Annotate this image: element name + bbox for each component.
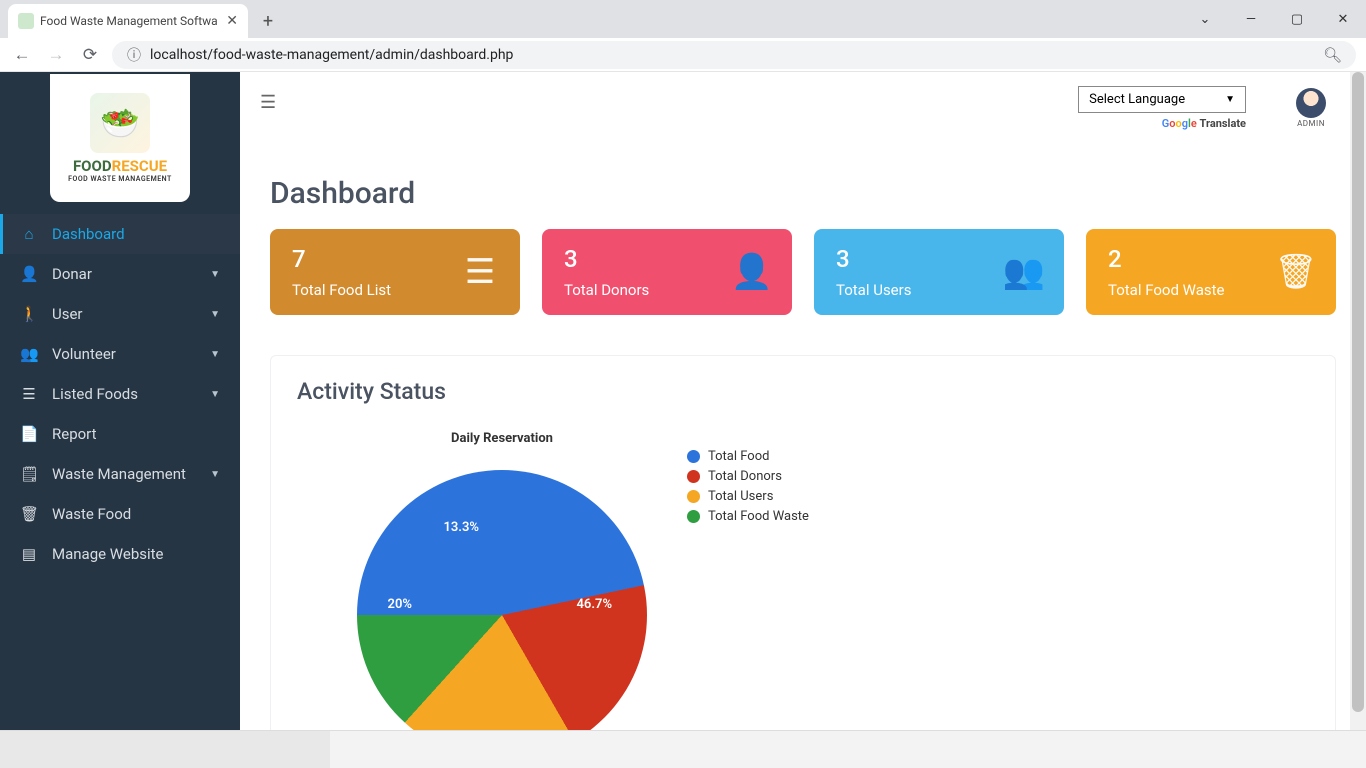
caret-down-icon: ▼ <box>210 269 220 280</box>
chart-legend: Total Food Total Donors Total Users Tota… <box>687 431 809 730</box>
sidebar-item-label: Report <box>52 425 220 443</box>
legend-dot <box>687 490 700 503</box>
search-icon[interactable]: 🔍︎ <box>1323 46 1342 64</box>
sidebar-item-donar[interactable]: 👤 Donar ▼ <box>0 254 240 294</box>
logo[interactable]: FOODRESCUE FOOD WASTE MANAGEMENT <box>50 74 190 202</box>
legend-item[interactable]: Total Food Waste <box>687 509 809 524</box>
favicon <box>18 13 34 29</box>
sidebar-item-label: Volunteer <box>52 345 196 363</box>
close-window-icon[interactable]: ✕ <box>1320 0 1366 38</box>
caret-down-icon: ▼ <box>210 389 220 400</box>
sidebar-item-label: Manage Website <box>52 545 220 563</box>
sidebar-item-waste-management[interactable]: 🗒 Waste Management ▼ <box>0 454 240 494</box>
tab-title: Food Waste Management Softwa <box>40 14 220 28</box>
chevron-down-icon[interactable]: ⌄ <box>1182 0 1228 38</box>
sidebar-item-label: Donar <box>52 265 196 283</box>
sidebar-item-label: User <box>52 305 196 323</box>
legend-dot <box>687 470 700 483</box>
language-select[interactable]: Select Language ▼ <box>1078 86 1246 113</box>
list-icon: ☰ <box>20 385 38 403</box>
pie-slice-label: 46.7% <box>576 597 612 612</box>
browser-tabbar: Food Waste Management Softwa ✕ + ⌄ — ▢ ✕ <box>0 0 1366 38</box>
avatar-label: ADMIN <box>1297 119 1325 128</box>
activity-title: Activity Status <box>297 378 1309 405</box>
sidebar-menu: ⌂ Dashboard 👤 Donar ▼🚶 User ▼👥 Volunteer… <box>0 210 240 578</box>
google-translate-label[interactable]: Google Translate <box>1162 117 1246 130</box>
browser-addressbar: ← → ⟳ ⓘ localhost/food-waste-management/… <box>0 38 1366 72</box>
legend-item[interactable]: Total Food <box>687 449 809 464</box>
taskbar <box>0 730 1366 768</box>
user-menu[interactable]: ADMIN <box>1296 86 1326 128</box>
globe-icon: ▤ <box>20 545 38 563</box>
file-icon: 📄 <box>20 425 38 443</box>
waste-mgmt-icon: 🗒 <box>20 465 38 483</box>
user-icon: 🚶 <box>20 305 38 323</box>
close-tab-icon[interactable]: ✕ <box>226 13 238 29</box>
sidebar-item-listed-foods[interactable]: ☰ Listed Foods ▼ <box>0 374 240 414</box>
activity-panel: Activity Status Daily Reservation 46.7% 2… <box>270 355 1336 730</box>
logo-icon <box>90 93 150 153</box>
donor-icon: 👤 <box>732 252 772 292</box>
url-bar[interactable]: ⓘ localhost/food-waste-management/admin/… <box>112 41 1356 69</box>
legend-dot <box>687 450 700 463</box>
chart-title: Daily Reservation <box>451 431 553 446</box>
stat-cards: 7 Total Food List ☰ 3 Total Donors 👤 3 Tot… <box>270 229 1336 315</box>
list-bullet-icon: ☰ <box>460 252 500 292</box>
sidebar-item-volunteer[interactable]: 👥 Volunteer ▼ <box>0 334 240 374</box>
forward-icon[interactable]: → <box>44 43 68 67</box>
sidebar: FOODRESCUE FOOD WASTE MANAGEMENT ⌂ Dashb… <box>0 72 240 730</box>
url-text: localhost/food-waste-management/admin/da… <box>150 47 513 63</box>
pie-chart: 46.7% 20% 13.3% <box>357 470 647 730</box>
sidebar-item-waste-food[interactable]: 🗑 Waste Food <box>0 494 240 534</box>
sidebar-item-label: Listed Foods <box>52 385 196 403</box>
users-icon: 👥 <box>1004 252 1044 292</box>
legend-label: Total Food Waste <box>708 509 809 524</box>
maximize-icon[interactable]: ▢ <box>1274 0 1320 38</box>
hamburger-icon[interactable]: ☰ <box>260 92 276 113</box>
back-icon[interactable]: ← <box>10 43 34 67</box>
sidebar-item-dashboard[interactable]: ⌂ Dashboard <box>0 214 240 254</box>
trash-icon: 🗑 <box>20 505 38 523</box>
legend-label: Total Food <box>708 449 769 464</box>
browser-tab[interactable]: Food Waste Management Softwa ✕ <box>8 4 248 38</box>
sidebar-item-manage-website[interactable]: ▤ Manage Website <box>0 534 240 574</box>
stat-card-total-users[interactable]: 3 Total Users 👥 <box>814 229 1064 315</box>
sidebar-item-label: Dashboard <box>52 225 220 243</box>
sidebar-item-report[interactable]: 📄 Report <box>0 414 240 454</box>
scrollbar[interactable] <box>1350 72 1366 730</box>
new-tab-button[interactable]: + <box>254 7 282 35</box>
page-title: Dashboard <box>270 176 1336 211</box>
caret-down-icon: ▼ <box>210 469 220 480</box>
caret-down-icon: ▼ <box>210 349 220 360</box>
legend-dot <box>687 510 700 523</box>
window-controls: ⌄ — ▢ ✕ <box>1182 0 1366 38</box>
trash-icon: 🗑 <box>1276 252 1316 292</box>
pie-slice-label: 20% <box>388 597 412 612</box>
avatar <box>1296 88 1326 118</box>
sidebar-item-user[interactable]: 🚶 User ▼ <box>0 294 240 334</box>
legend-item[interactable]: Total Donors <box>687 469 809 484</box>
person-icon: 👤 <box>20 265 38 283</box>
home-icon: ⌂ <box>20 225 38 243</box>
caret-down-icon: ▼ <box>210 309 220 320</box>
stat-card-total-food-list[interactable]: 7 Total Food List ☰ <box>270 229 520 315</box>
topbar: ☰ Select Language ▼ Google Translate ADM… <box>240 72 1366 134</box>
volunteer-icon: 👥 <box>20 345 38 363</box>
sidebar-item-label: Waste Food <box>52 505 220 523</box>
site-info-icon[interactable]: ⓘ <box>126 45 142 65</box>
stat-card-total-donors[interactable]: 3 Total Donors 👤 <box>542 229 792 315</box>
pie-slice-label: 13.3% <box>443 520 479 535</box>
minimize-icon[interactable]: — <box>1228 0 1274 38</box>
logo-title: FOODRESCUE <box>73 157 167 175</box>
chevron-down-icon: ▼ <box>1225 94 1235 105</box>
legend-item[interactable]: Total Users <box>687 489 809 504</box>
legend-label: Total Users <box>708 489 773 504</box>
reload-icon[interactable]: ⟳ <box>78 43 102 67</box>
legend-label: Total Donors <box>708 469 782 484</box>
sidebar-item-label: Waste Management <box>52 465 196 483</box>
stat-card-total-food-waste[interactable]: 2 Total Food Waste 🗑 <box>1086 229 1336 315</box>
language-selected: Select Language <box>1089 92 1185 107</box>
logo-subtitle: FOOD WASTE MANAGEMENT <box>68 175 172 183</box>
